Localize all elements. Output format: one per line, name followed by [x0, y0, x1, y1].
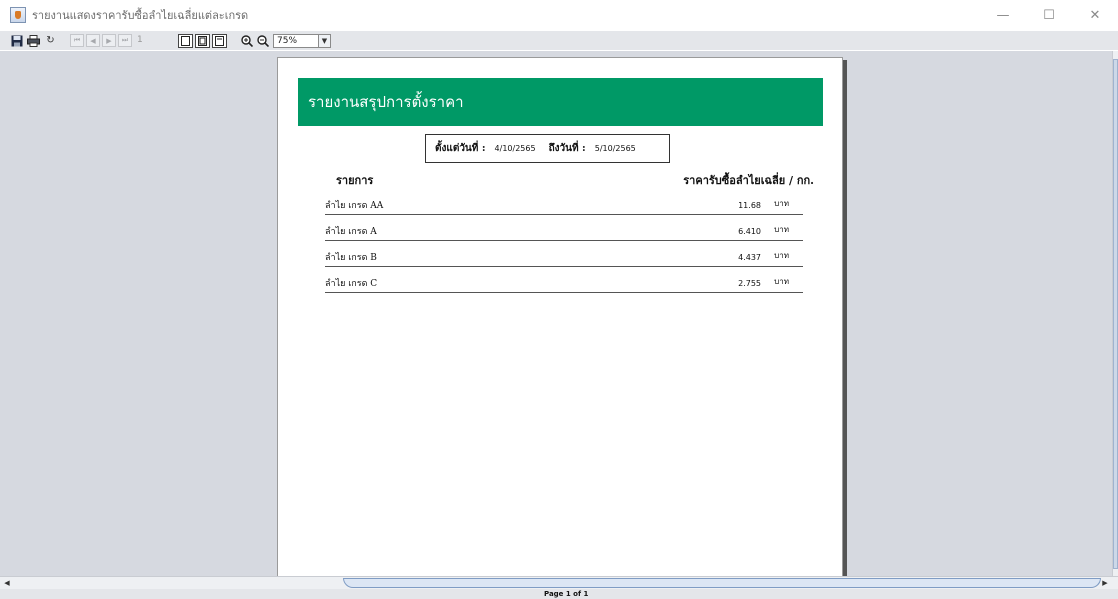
viewer-toolbar: ↻ ⏮ ◀ ▶ ⏭ 1 75% ▼: [0, 31, 1118, 50]
zoom-select[interactable]: 75% ▼: [273, 33, 331, 48]
first-page-icon[interactable]: ⏮: [70, 34, 84, 47]
close-button[interactable]: ✕: [1072, 0, 1118, 30]
row-price: 4.437: [738, 253, 761, 262]
save-icon[interactable]: [9, 34, 24, 48]
window-controls: — ☐ ✕: [980, 0, 1118, 30]
maximize-button[interactable]: ☐: [1026, 0, 1072, 30]
row-name: ลำไย เกรด AA: [325, 201, 384, 211]
row-price: 11.68: [738, 201, 761, 210]
window-title: รายงานแสดงราคารับซื้อลำไยเฉลี่ยแต่ละเกรด: [32, 9, 249, 22]
zoom-in-icon[interactable]: [239, 34, 254, 48]
next-page-icon[interactable]: ▶: [102, 34, 116, 47]
from-date-label: ตั้งแต่วันที่ :: [435, 143, 486, 154]
row-name: ลำไย เกรด A: [325, 227, 377, 237]
horizontal-scrollbar[interactable]: ◀ ▶: [0, 576, 1118, 589]
chevron-down-icon[interactable]: ▼: [318, 34, 330, 47]
date-range-box: ตั้งแต่วันที่ : 4/10/2565 ถึงวันที่ : 5/…: [425, 134, 670, 163]
print-icon[interactable]: [26, 34, 41, 48]
horizontal-scroll-thumb[interactable]: [343, 578, 1101, 588]
zoom-value: 75%: [277, 35, 298, 46]
actual-size-icon[interactable]: [178, 33, 193, 48]
reload-icon[interactable]: ↻: [43, 34, 58, 48]
column-header-item: รายการ: [336, 174, 374, 187]
report-viewport[interactable]: รายงานสรุปการตั้งราคา ตั้งแต่วันที่ : 4/…: [0, 51, 1112, 576]
table-row: ลำไย เกรด A 6.410 บาท: [325, 221, 803, 241]
row-unit: บาท: [774, 199, 789, 208]
from-date-value: 4/10/2565: [494, 144, 536, 153]
fit-width-icon[interactable]: [212, 33, 227, 48]
vertical-scrollbar[interactable]: [1112, 51, 1118, 576]
row-price: 6.410: [738, 227, 761, 236]
row-unit: บาท: [774, 225, 789, 234]
zoom-out-icon[interactable]: [255, 34, 270, 48]
report-title: รายงานสรุปการตั้งราคา: [308, 93, 464, 111]
table-row: ลำไย เกรด AA 11.68 บาท: [325, 195, 803, 215]
scroll-left-icon[interactable]: ◀: [2, 578, 12, 588]
row-price: 2.755: [738, 279, 761, 288]
report-viewer-window: รายงานแสดงราคารับซื้อลำไยเฉลี่ยแต่ละเกรด…: [0, 0, 1118, 599]
row-unit: บาท: [774, 251, 789, 260]
page-number-field[interactable]: 1: [134, 34, 160, 48]
to-date-value: 5/10/2565: [594, 144, 636, 153]
minimize-button[interactable]: —: [980, 0, 1026, 30]
row-unit: บาท: [774, 277, 789, 286]
report-header-banner: รายงานสรุปการตั้งราคา: [298, 78, 823, 126]
row-name: ลำไย เกรด B: [325, 253, 377, 263]
scroll-right-icon[interactable]: ▶: [1100, 578, 1110, 588]
column-header-price: ราคารับซื้อลำไยเฉลี่ย / กก.: [683, 174, 814, 187]
vertical-scroll-thumb[interactable]: [1113, 59, 1118, 569]
row-name: ลำไย เกรด C: [325, 279, 378, 289]
previous-page-icon[interactable]: ◀: [86, 34, 100, 47]
table-row: ลำไย เกรด C 2.755 บาท: [325, 273, 803, 293]
title-bar: รายงานแสดงราคารับซื้อลำไยเฉลี่ยแต่ละเกรด…: [0, 0, 1118, 30]
last-page-icon[interactable]: ⏭: [118, 34, 132, 47]
report-page: รายงานสรุปการตั้งราคา ตั้งแต่วันที่ : 4/…: [277, 57, 843, 576]
page-info: Page 1 of 1: [544, 590, 589, 598]
to-date-label: ถึงวันที่ :: [548, 143, 586, 154]
fit-page-icon[interactable]: [195, 33, 210, 48]
status-bar: Page 1 of 1: [0, 589, 1118, 599]
java-app-icon: [10, 7, 26, 23]
table-row: ลำไย เกรด B 4.437 บาท: [325, 247, 803, 267]
